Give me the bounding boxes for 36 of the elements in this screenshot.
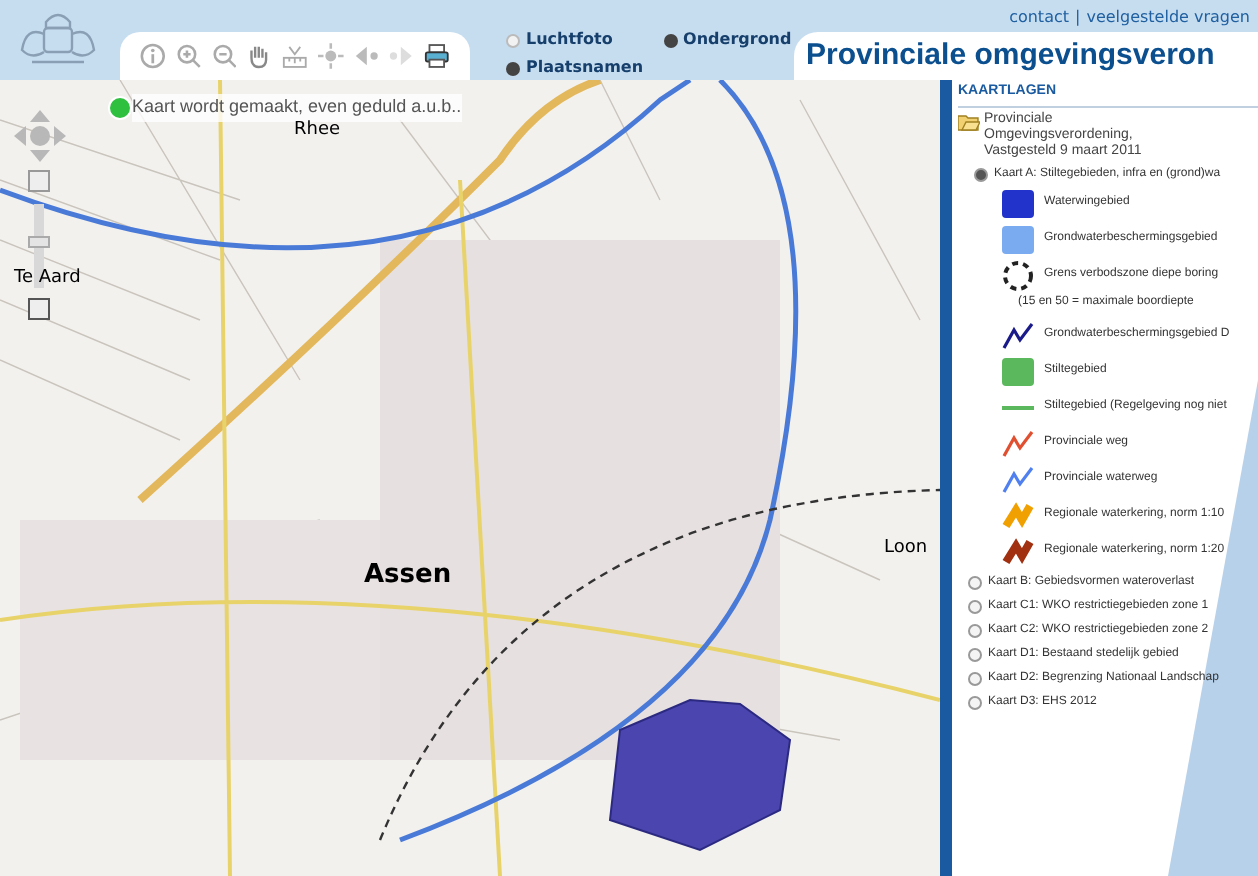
folder-icon	[958, 111, 980, 131]
zoom-in-icon[interactable]	[175, 42, 202, 70]
zoom-out-button[interactable]	[28, 298, 50, 320]
back-arrow-icon[interactable]	[353, 42, 379, 70]
place-label: Te Aard	[14, 266, 81, 292]
hand-icon[interactable]	[246, 42, 273, 70]
radio-icon[interactable]	[506, 33, 520, 47]
place-label: Rhee	[294, 118, 341, 144]
measure-icon[interactable]	[282, 42, 308, 70]
layer-option[interactable]: Ondergrond	[663, 28, 792, 52]
layer-option[interactable]: Plaatsnamen	[506, 56, 644, 80]
place-label: Loon	[884, 536, 928, 562]
map-drawing[interactable]: Kaart wordt gemaakt, even geduld a.u.b.. Rhee Te Aard Assen Loon	[0, 80, 940, 876]
header-link[interactable]: contact	[1009, 6, 1069, 30]
link-separator: |	[1075, 6, 1081, 30]
radio-button[interactable]	[968, 623, 982, 637]
radio-button[interactable]	[968, 599, 982, 613]
radio-button[interactable]	[968, 647, 982, 661]
loading-message: Kaart wordt gemaakt, even geduld a.u.b..	[132, 94, 462, 121]
radio-button[interactable]	[968, 695, 982, 709]
radio-icon[interactable]	[506, 61, 520, 75]
info-icon[interactable]	[140, 42, 166, 70]
printer-icon[interactable]	[424, 42, 451, 70]
header-link[interactable]: veelgestelde vragen	[1086, 6, 1250, 30]
radio-button[interactable]	[974, 167, 988, 181]
pan-control-icon[interactable]	[14, 110, 66, 162]
page-title: Provinciale omgevingsveron	[806, 35, 1215, 76]
crosshair-icon[interactable]	[317, 42, 344, 70]
zoom-in-button[interactable]	[28, 170, 50, 192]
radio-button[interactable]	[968, 575, 982, 589]
layer-option[interactable]: Luchtfoto	[506, 28, 644, 52]
zoom-slider-thumb[interactable]	[28, 236, 50, 249]
zoom-out-icon[interactable]	[211, 42, 237, 70]
radio-icon[interactable]	[663, 33, 678, 47]
radio-button[interactable]	[968, 671, 982, 685]
place-label: Assen	[364, 558, 452, 594]
